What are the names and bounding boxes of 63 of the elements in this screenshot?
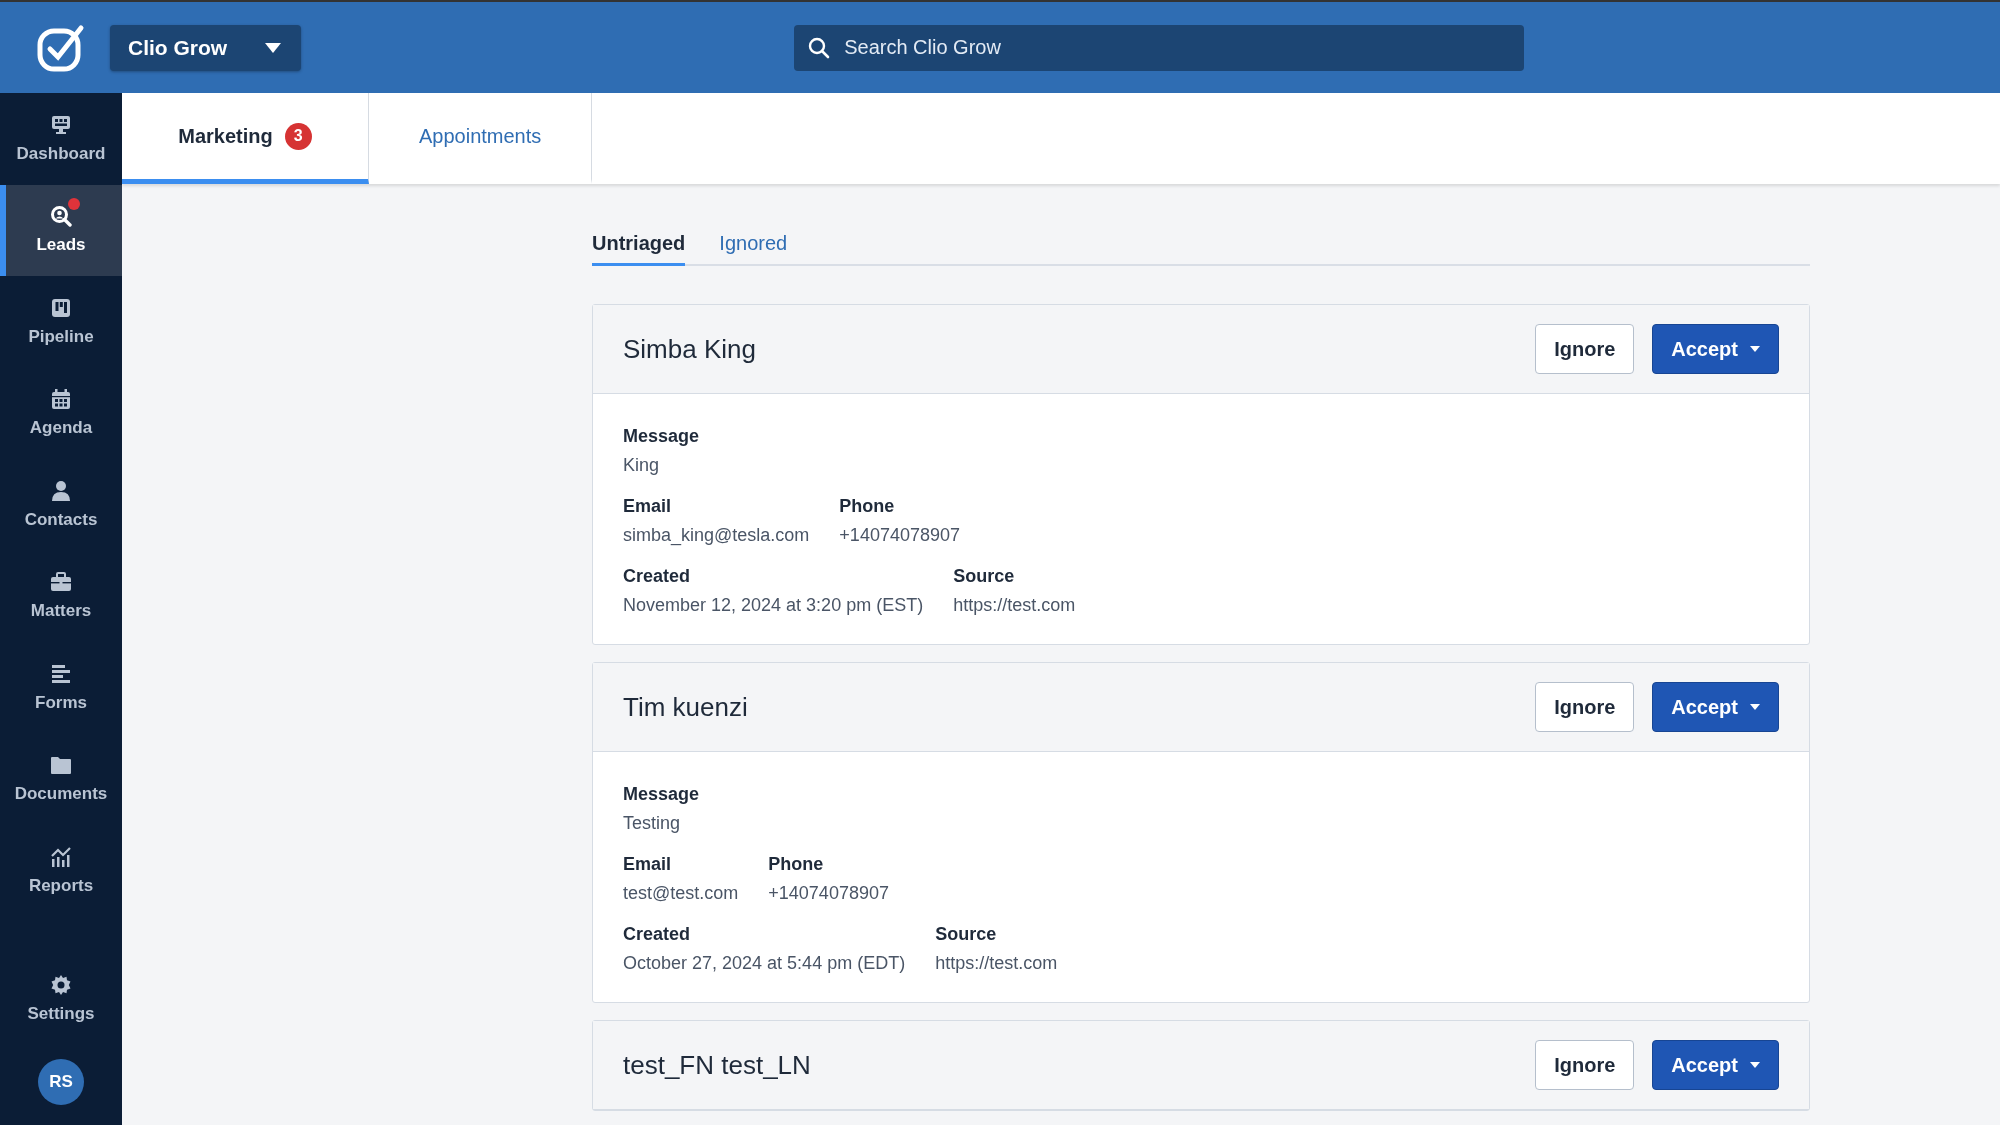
field-value: https://test.com <box>953 595 1076 616</box>
board-icon <box>50 296 72 319</box>
field-value: October 27, 2024 at 5:44 pm (EDT) <box>623 953 906 974</box>
caret-icon <box>265 42 282 53</box>
search-bar[interactable]: Search Clio Grow <box>794 24 1525 71</box>
lead-name: test_FN test_LN <box>623 1049 812 1081</box>
field-value: King <box>623 455 661 476</box>
sidebar-item[interactable]: Pipeline <box>0 276 122 368</box>
tab[interactable]: Ignored <box>719 232 788 266</box>
chart-icon <box>50 845 72 868</box>
app-switcher-button[interactable]: Clio Grow <box>110 24 302 71</box>
sidebar-item[interactable]: Matters <box>0 550 122 642</box>
sidebar-item[interactable]: Reports <box>0 825 122 917</box>
sidebar-item[interactable]: Forms <box>0 642 122 734</box>
sidebar-item[interactable]: Agenda <box>0 367 122 459</box>
monitor-icon <box>50 113 72 136</box>
sidebar-item[interactable]: Documents <box>0 733 122 825</box>
field-value: +14074078907 <box>768 883 889 904</box>
lead-name: Simba King <box>623 333 757 365</box>
field-value: https://test.com <box>935 953 1058 974</box>
caret-icon <box>1750 1062 1760 1068</box>
sidebar-item[interactable]: Leads <box>0 184 122 276</box>
count-badge: 3 <box>284 122 312 150</box>
sidebar-item[interactable]: Dashboard <box>0 93 122 185</box>
sidebar-item[interactable]: Contacts <box>0 459 122 551</box>
person-search-icon <box>50 205 72 228</box>
field-label: Message <box>623 784 700 805</box>
calendar-icon <box>50 388 72 411</box>
ignore-button[interactable]: Ignore <box>1535 1040 1635 1090</box>
field-label: Message <box>623 426 700 447</box>
caret-icon <box>1750 346 1760 352</box>
tab[interactable]: Untriaged <box>592 232 686 266</box>
accept-button[interactable]: Accept <box>1652 1040 1779 1090</box>
accept-button[interactable]: Accept <box>1652 324 1779 374</box>
accept-button[interactable]: Accept <box>1652 682 1779 732</box>
sidebar-item[interactable]: Settings <box>0 953 122 1045</box>
search-icon <box>808 36 831 59</box>
field-label: Source <box>953 566 1016 587</box>
field-label: Created <box>623 566 692 587</box>
field-label: Phone <box>839 496 896 517</box>
search-input[interactable]: Search Clio Grow <box>842 35 1511 60</box>
ignore-button[interactable]: Ignore <box>1535 324 1635 374</box>
field-value: Testing <box>623 813 682 834</box>
field-label: Source <box>935 924 998 945</box>
field-label: Phone <box>768 854 825 875</box>
tab[interactable]: Marketing 3 <box>122 93 369 184</box>
caret-icon <box>1750 704 1760 710</box>
briefcase-icon <box>50 571 72 594</box>
tab[interactable]: Appointments <box>369 93 593 184</box>
settings-icon <box>50 974 72 997</box>
field-value: simba_king@tesla.com <box>623 525 810 546</box>
field-label: Created <box>623 924 692 945</box>
folder-icon <box>50 754 72 777</box>
field-label: Email <box>623 496 673 517</box>
field-value: test@test.com <box>623 883 739 904</box>
field-value: November 12, 2024 at 3:20 pm (EST) <box>623 595 924 616</box>
field-value: +14074078907 <box>839 525 960 546</box>
avatar[interactable]: RS <box>38 1059 84 1105</box>
lead-name: Tim kuenzi <box>623 691 749 723</box>
field-label: Email <box>623 854 673 875</box>
ignore-button[interactable]: Ignore <box>1535 682 1635 732</box>
person-icon <box>50 479 72 502</box>
lines-icon <box>50 662 72 685</box>
